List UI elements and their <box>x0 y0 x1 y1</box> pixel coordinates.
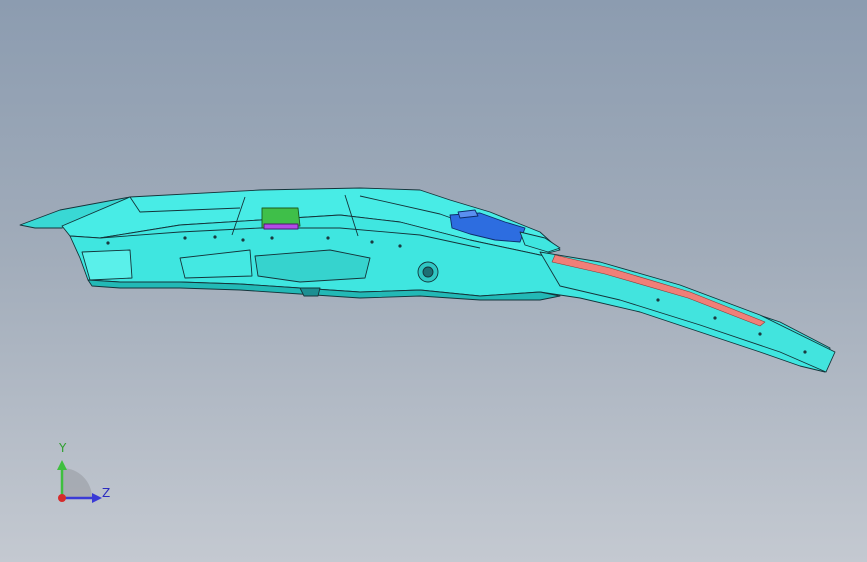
side-recess <box>81 249 133 281</box>
cad-viewport[interactable]: Y Z <box>0 0 867 562</box>
axis-triad <box>57 460 102 503</box>
y-axis-label: Y <box>59 441 67 455</box>
y-axis-arrow <box>57 460 67 470</box>
x-axis-point <box>58 494 66 502</box>
triad-quarter-disc <box>62 468 92 498</box>
round-boss-hole <box>422 266 434 278</box>
purple-clip-base <box>263 223 299 230</box>
z-axis-label: Z <box>102 486 111 500</box>
bottom-tab <box>299 287 321 297</box>
right-tail <box>539 251 836 373</box>
side-bulge-1 <box>254 249 371 283</box>
3d-model[interactable] <box>0 0 867 562</box>
model-body[interactable] <box>19 187 836 373</box>
z-axis-arrow <box>92 493 102 503</box>
